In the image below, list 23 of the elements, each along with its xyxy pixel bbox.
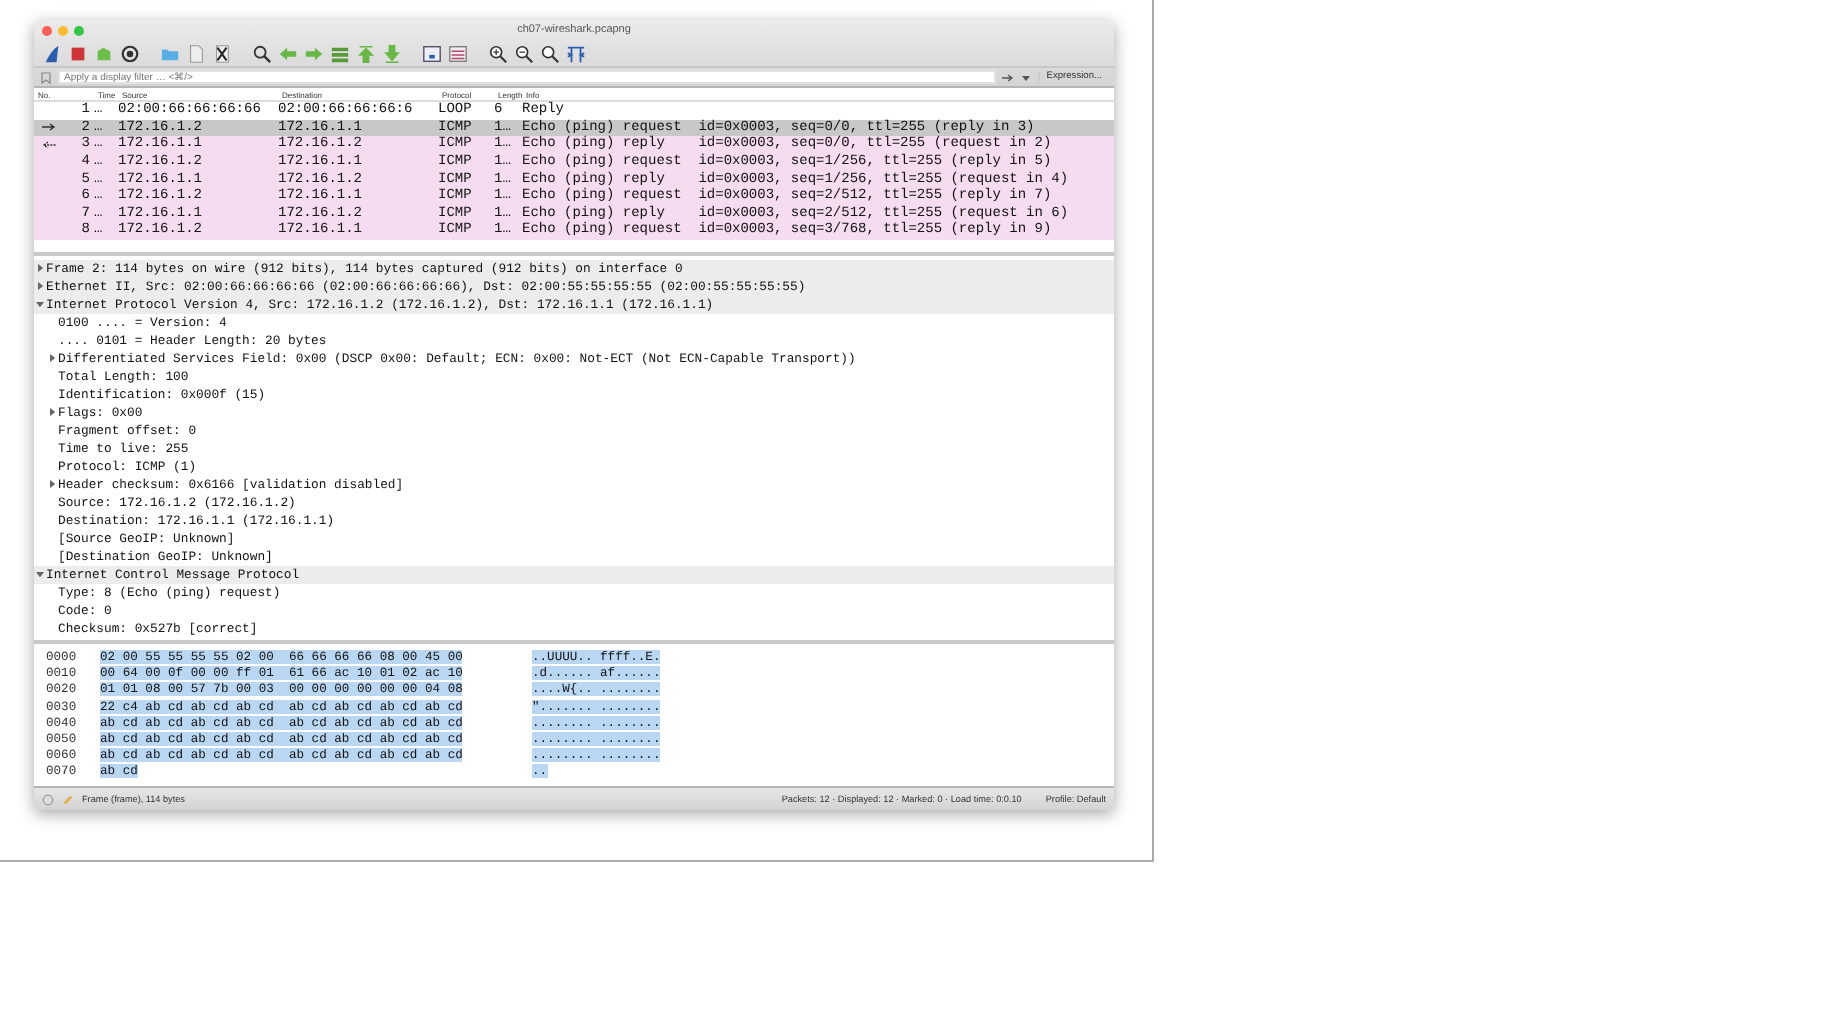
window-icon[interactable]: [422, 43, 442, 63]
expand-arrow-icon[interactable]: [48, 354, 56, 363]
arrow-left-icon: [42, 139, 56, 150]
expand-arrow-icon[interactable]: [36, 282, 44, 291]
zoom-out-icon[interactable]: [514, 43, 534, 63]
close-window-button[interactable]: [42, 25, 52, 35]
close-icon[interactable]: [212, 43, 232, 63]
shark-fin-icon[interactable]: [42, 43, 62, 63]
zoom-in-icon[interactable]: [488, 43, 508, 63]
stop-icon[interactable]: [68, 43, 88, 63]
collapse-arrow-icon[interactable]: [36, 570, 44, 579]
list-icon[interactable]: [448, 43, 468, 63]
expand-arrow-icon[interactable]: [48, 480, 56, 489]
search-icon[interactable]: [252, 43, 272, 63]
arrow-right-icon: [42, 122, 56, 133]
collapse-arrow-icon[interactable]: [36, 300, 44, 309]
zoom-reset-icon[interactable]: [540, 43, 560, 63]
dropdown-arrow-icon[interactable]: [1020, 71, 1033, 83]
expand-arrow-icon[interactable]: [48, 408, 56, 417]
bookmark-icon[interactable]: [40, 71, 52, 83]
expand-arrow-icon[interactable]: [36, 264, 44, 273]
resize-columns-icon[interactable]: [566, 43, 586, 63]
apply-arrow-icon[interactable]: [1002, 71, 1015, 83]
